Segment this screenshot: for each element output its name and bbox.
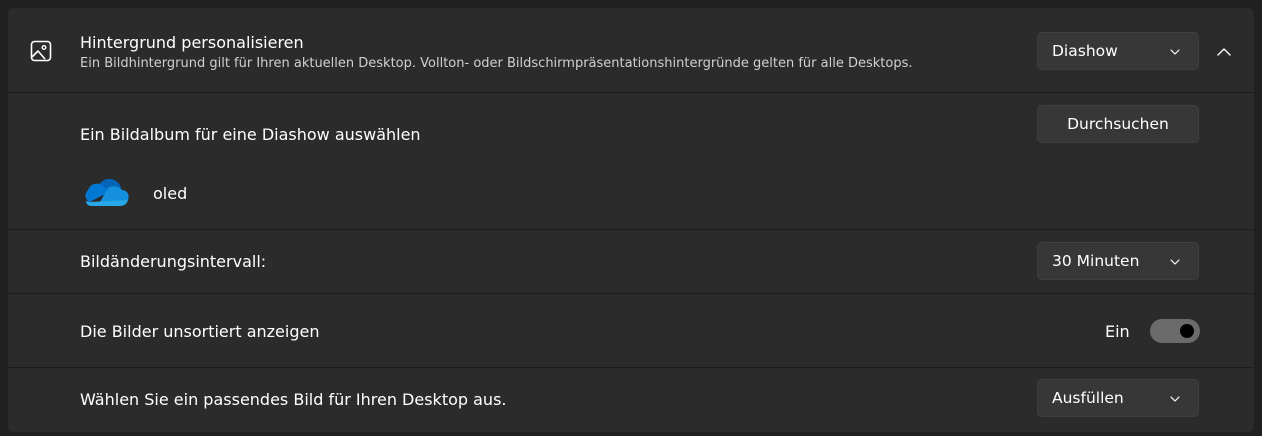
chevron-up-icon xyxy=(1217,48,1231,56)
interval-value: 30 Minuten xyxy=(1052,252,1140,270)
collapse-section-button[interactable] xyxy=(1208,38,1240,66)
section-title: Hintergrund personalisieren xyxy=(80,33,304,52)
chevron-down-icon xyxy=(1170,396,1180,402)
fit-value: Ausfüllen xyxy=(1052,389,1124,407)
interval-label: Bildänderungsintervall: xyxy=(80,252,267,271)
shuffle-label: Die Bilder unsortiert anzeigen xyxy=(80,322,320,341)
toggle-knob xyxy=(1180,324,1194,338)
background-type-dropdown[interactable]: Diashow xyxy=(1037,32,1199,70)
toggle-state-label: Ein xyxy=(1105,322,1130,341)
fit-row: Wählen Sie ein passendes Bild für Ihren … xyxy=(8,368,1254,432)
selected-album-name: oled xyxy=(153,184,188,203)
interval-dropdown[interactable]: 30 Minuten xyxy=(1037,242,1199,280)
browse-button[interactable]: Durchsuchen xyxy=(1037,105,1199,143)
fit-dropdown[interactable]: Ausfüllen xyxy=(1037,379,1199,417)
image-icon xyxy=(30,40,52,62)
background-type-value: Diashow xyxy=(1052,42,1118,60)
background-settings-card: Hintergrund personalisieren Ein Bildhint… xyxy=(8,8,1254,432)
section-description: Ein Bildhintergrund gilt für Ihren aktue… xyxy=(80,56,913,71)
album-label: Ein Bildalbum für eine Diashow auswählen xyxy=(80,125,421,144)
onedrive-icon xyxy=(85,178,129,206)
shuffle-row: Die Bilder unsortiert anzeigen xyxy=(8,294,1254,367)
shuffle-toggle[interactable] xyxy=(1150,319,1200,343)
fit-label: Wählen Sie ein passendes Bild für Ihren … xyxy=(80,390,507,409)
personalize-background-row: Hintergrund personalisieren Ein Bildhint… xyxy=(8,8,1254,92)
chevron-down-icon xyxy=(1170,49,1180,55)
slideshow-album-row: Ein Bildalbum für eine Diashow auswählen… xyxy=(8,93,1254,228)
browse-button-label: Durchsuchen xyxy=(1067,115,1169,133)
chevron-down-icon xyxy=(1170,259,1180,265)
change-interval-row: Bildänderungsintervall: 30 Minuten xyxy=(8,230,1254,293)
